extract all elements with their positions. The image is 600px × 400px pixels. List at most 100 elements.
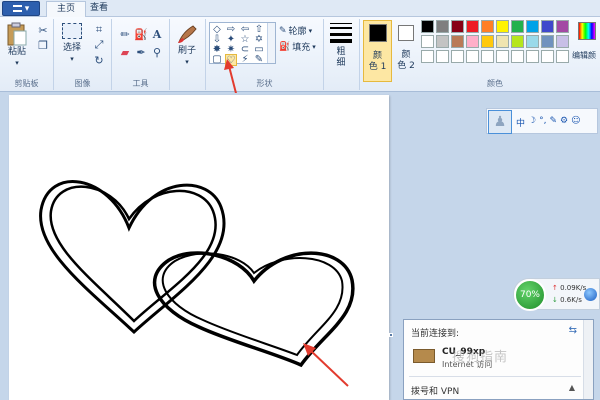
palette-color-13[interactable] [466,35,479,48]
palette-color-16[interactable] [511,35,524,48]
palette-color-28[interactable] [541,50,554,63]
shapes-gallery-scrollbar[interactable] [267,23,275,63]
palette-color-17[interactable] [526,35,539,48]
tab-home-label: 主页 [57,4,76,14]
ime-item-0[interactable]: 中 [516,116,525,129]
image-group: 选择 ▾ ⌗ ⤢ ↻ 图像 [54,19,112,90]
canvas-resize-handle[interactable] [389,333,393,337]
palette-color-18[interactable] [541,35,554,48]
palette-color-14[interactable] [481,35,494,48]
network-speed-widget[interactable]: 70% ↑ 0.09K/s ↓ 0.6K/s [513,278,600,311]
palette-color-19[interactable] [556,35,569,48]
download-arrow-icon: ↓ [552,296,558,304]
connection-bench-icon [413,349,435,363]
palette-color-12[interactable] [451,35,464,48]
palette-color-22[interactable] [451,50,464,63]
rotate-icon[interactable]: ↻ [92,53,106,67]
clipboard-icon [7,22,27,46]
palette-color-0[interactable] [421,20,434,33]
color-2-swatch [398,25,414,41]
brushes-button[interactable]: 刷子 ▾ [175,22,199,68]
fill-dropdown-icon: ▾ [312,42,316,51]
image-group-label: 图像 [74,79,91,88]
select-rectangle-icon [62,23,82,39]
size-label-1: 粗 [336,47,346,57]
color-palette [421,20,569,63]
select-button[interactable]: 选择 ▾ [62,23,82,65]
palette-color-10[interactable] [421,35,434,48]
network-switch-icon[interactable]: ⇆ [569,325,577,336]
connection-name[interactable]: CU_99xp [442,347,485,357]
palette-color-3[interactable] [466,20,479,33]
palette-color-29[interactable] [556,50,569,63]
palette-color-2[interactable] [451,20,464,33]
connection-status: Internet 访问 [442,360,493,369]
section-collapse-icon[interactable]: ▲ [569,383,575,392]
ime-item-2[interactable]: °, [539,116,546,129]
magnifier-icon[interactable]: ⚲ [150,45,164,59]
size-label-2: 细 [336,58,346,68]
paste-button[interactable]: 粘贴 ▾ [6,21,28,69]
outline-icon: ✎ [279,25,287,36]
outline-button[interactable]: ✎ 轮廓 ▾ [279,24,312,38]
brushes-dropdown-icon[interactable]: ▾ [185,57,189,68]
resize-icon[interactable]: ⤢ [92,38,106,52]
color-2-label-2: 色 2 [397,61,415,71]
pencil-icon[interactable]: ✏ [118,27,132,41]
download-speed-value: 0.6K/s [560,296,582,304]
palette-color-26[interactable] [511,50,524,63]
popup-scrollbar[interactable] [583,320,593,399]
fill-bucket-icon[interactable]: ⛽ [134,27,148,41]
ime-item-3[interactable]: ✎ [549,116,557,129]
edit-colors-button[interactable]: 编辑颜 [572,20,600,82]
fill-button[interactable]: ⛽ 填充 ▾ [279,40,316,54]
cut-icon[interactable]: ✂ [36,23,50,37]
palette-color-6[interactable] [511,20,524,33]
color-2-label-1: 颜 [401,50,411,60]
popup-divider [409,376,581,377]
ime-item-5[interactable]: ☺ [571,116,580,129]
select-dropdown-icon[interactable]: ▾ [70,54,74,65]
color-1-label-2: 色 1 [368,62,387,72]
eraser-icon[interactable]: ▰ [118,45,132,59]
ime-item-4[interactable]: ⚙ [560,116,568,129]
app-menu-button[interactable]: ▾ [2,1,40,16]
tools-group-label: 工具 [132,79,149,88]
palette-color-11[interactable] [436,35,449,48]
dialup-vpn-section[interactable]: 拨号和 VPN [411,384,459,397]
palette-color-23[interactable] [466,50,479,63]
palette-color-15[interactable] [496,35,509,48]
ime-avatar-icon[interactable]: ♟ [488,110,512,134]
paste-dropdown-icon[interactable]: ▾ [15,58,19,69]
network-usage-indicator[interactable]: 70% [514,279,546,311]
size-button[interactable]: 粗 细 [330,23,352,69]
ime-items: 中 ☽ °, ✎ ⚙ ☺ [516,116,580,129]
text-tool-icon[interactable]: A [150,27,164,41]
palette-color-27[interactable] [526,50,539,63]
line-width-icon [330,23,352,43]
palette-color-9[interactable] [556,20,569,33]
crop-icon[interactable]: ⌗ [92,23,106,37]
annotation-arrow-diagonal [303,343,349,387]
upload-speed-value: 0.09K/s [560,284,587,292]
color-picker-icon[interactable]: ✒ [134,45,148,59]
upload-speed: ↑ 0.09K/s [552,284,586,292]
popup-title: 当前连接到: [411,329,460,339]
palette-color-5[interactable] [496,20,509,33]
copy-icon[interactable]: ❐ [36,38,50,52]
outline-label: 轮廓 [288,27,307,37]
ime-item-1[interactable]: ☽ [528,116,536,129]
shape-item-15[interactable]: ✎ [253,54,265,66]
palette-color-21[interactable] [436,50,449,63]
palette-color-24[interactable] [481,50,494,63]
palette-color-4[interactable] [481,20,494,33]
palette-color-7[interactable] [526,20,539,33]
tab-view[interactable]: 查看 [80,1,118,17]
color-1-button[interactable]: 颜 色 1 [363,20,392,82]
color-2-button[interactable]: 颜 色 2 [393,20,419,82]
palette-color-25[interactable] [496,50,509,63]
palette-color-8[interactable] [541,20,554,33]
globe-icon[interactable] [584,288,597,301]
palette-color-1[interactable] [436,20,449,33]
palette-color-20[interactable] [421,50,434,63]
